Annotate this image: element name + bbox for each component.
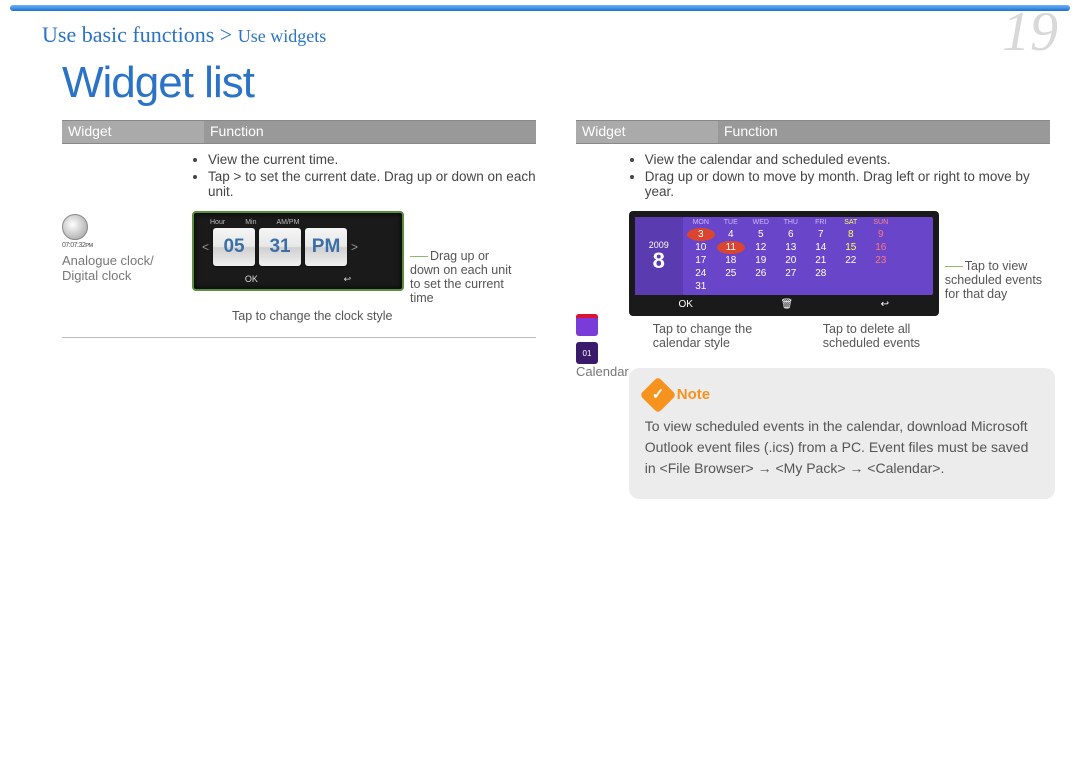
calendar-icon-2: 01 [576,342,598,364]
calendar-icon-1 [576,314,598,336]
function-cell-clock: View the current time. Tap > to set the … [192,144,536,323]
th-widget-2: Widget [576,121,718,143]
page-title: Widget list [62,58,254,108]
calendar-bullet-2: Drag up or down to move by month. Drag l… [645,169,1055,199]
right-column: Widget Function 01 Calendar View the cal… [576,120,1050,513]
note-icon: ✓ [639,377,676,414]
function-cell-calendar: View the calendar and scheduled events. … [629,144,1055,499]
note-body: To view scheduled events in the calendar… [645,416,1039,479]
analogue-clock-icon [62,214,88,240]
calendar-ok-button[interactable]: OK [679,299,693,310]
calendar-annot-below2: Tap to delete all scheduled events [823,322,963,350]
page-number: 19 [1002,0,1058,64]
widget-cell-calendar: 01 Calendar [576,144,629,499]
note-box: ✓ Note To view scheduled events in the c… [629,368,1055,499]
table-header-2: Widget Function [576,120,1050,144]
digital-clock-icon: 07:07:32ᴘᴍ [62,242,192,249]
table-header: Widget Function [62,120,536,144]
clock-label-min: Min [245,219,256,226]
clock-bullet-1: View the current time. [208,152,536,167]
widget-name-clock: Analogue clock/ Digital clock [62,253,154,283]
breadcrumb-sub: Use widgets [238,26,327,46]
calendar-annot-right: Tap to view scheduled events for that da… [945,259,1055,301]
clock-bullet-2: Tap > to set the current date. Drag up o… [208,169,536,199]
th-widget: Widget [62,121,204,143]
th-function-2: Function [718,121,1050,143]
clock-label-hour: Hour [210,219,225,226]
breadcrumb-main: Use basic functions [42,22,214,47]
calendar-dow-row: MON TUE WED THU FRI SAT SUN [687,219,929,226]
clock-min[interactable]: 31 [259,228,301,266]
calendar-bullet-1: View the calendar and scheduled events. [645,152,1055,167]
clock-hour[interactable]: 05 [213,228,255,266]
chevron-left-icon[interactable]: < [202,240,209,254]
clock-back-button[interactable]: ↩ [344,274,352,285]
breadcrumb: Use basic functions > Use widgets [42,22,326,48]
calendar-annot-below1: Tap to change the calendar style [653,322,793,350]
clock-annot-right: Drag up or down on each unit to set the … [410,249,520,305]
widget-name-calendar: Calendar [576,364,629,379]
calendar-screenshot: 2009 8 MON TUE WED THU FRI SA [629,211,939,316]
clock-ampm[interactable]: PM [305,228,347,266]
left-column: Widget Function 07:07:32ᴘᴍ Analogue cloc… [62,120,536,513]
calendar-back-button[interactable]: ↩ [881,299,889,310]
calendar-bigday: 8 [653,250,665,272]
calendar-delete-button[interactable]: 🗑 [780,299,793,310]
widget-cell-clock: 07:07:32ᴘᴍ Analogue clock/ Digital clock [62,144,192,323]
clock-ok-button[interactable]: OK [245,274,258,285]
chevron-right-icon[interactable]: > [351,240,358,254]
note-label: Note [677,384,710,407]
clock-annot-below: Tap to change the clock style [232,309,536,323]
th-function: Function [204,121,536,143]
header-bar [10,5,1070,11]
clock-screenshot: Hour Min AM/PM < 05 31 PM > OK [192,211,404,291]
clock-label-ampm: AM/PM [276,219,299,226]
